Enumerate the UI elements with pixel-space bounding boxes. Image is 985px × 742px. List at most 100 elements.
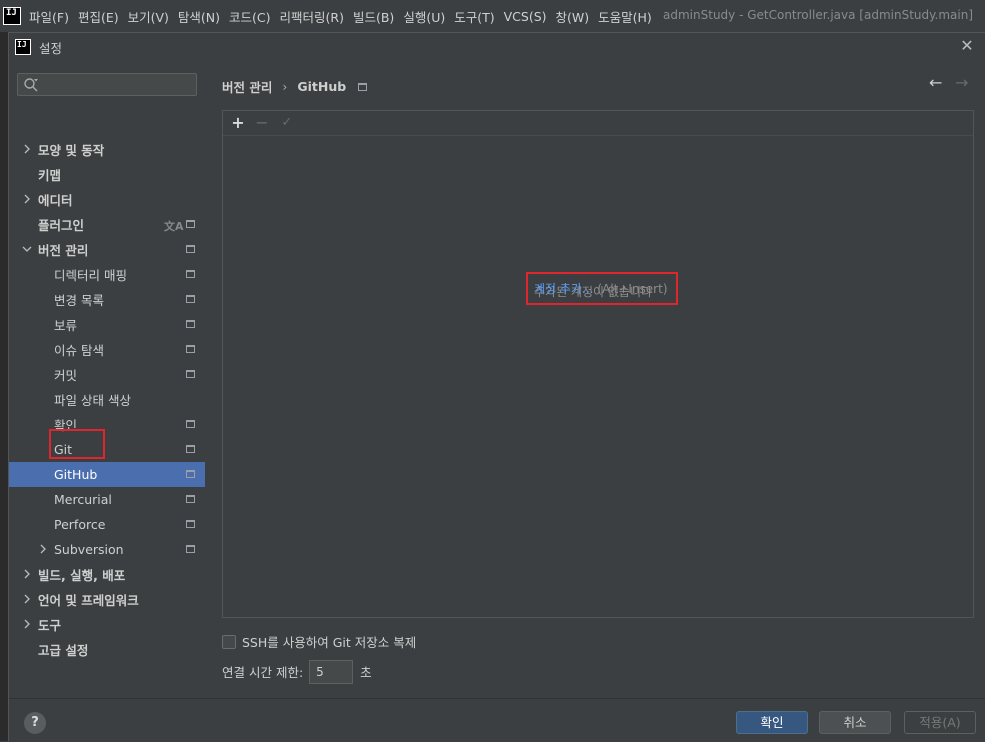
sidebar-item-label: Subversion — [54, 542, 124, 557]
settings-dialog: IJ 설정 ✕ 모양 및 동작 키맵 에디터 플러그인 文A 버전 관리 디렉터… — [8, 32, 985, 742]
chevron-down-icon[interactable] — [21, 243, 33, 255]
sidebar-item-appearance[interactable]: 모양 및 동작 — [9, 137, 205, 162]
intellij-logo-icon: IJ — [3, 7, 21, 25]
sidebar-item-label: 모양 및 동작 — [38, 143, 105, 158]
menu-tools[interactable]: 도구(T) — [454, 7, 494, 26]
sidebar-item-label: GitHub — [54, 467, 98, 482]
back-arrow-icon[interactable]: ← — [929, 75, 945, 91]
menu-file[interactable]: 파일(F) — [29, 7, 69, 26]
apply-button[interactable]: 적용(A) — [904, 711, 976, 734]
sidebar-item-tools[interactable]: 도구 — [9, 612, 205, 637]
sidebar-item-label: 커밋 — [54, 368, 78, 383]
add-account-highlight-box: 계정 추가... (Alt+Insert) — [526, 272, 678, 305]
project-scope-icon — [186, 320, 195, 328]
menu-view[interactable]: 보기(V) — [128, 7, 169, 26]
project-scope-icon — [186, 220, 195, 228]
ssh-clone-checkbox[interactable] — [222, 634, 236, 649]
add-account-link-text[interactable]: 계정 추가... — [534, 282, 593, 296]
ssh-clone-option[interactable]: SSH를 사용하여 Git 저장소 복제 — [222, 632, 416, 651]
help-button[interactable]: ? — [24, 712, 46, 734]
project-scope-icon — [358, 82, 368, 91]
sidebar-item-label: Perforce — [54, 517, 106, 532]
sidebar-item-label: Mercurial — [54, 492, 112, 507]
menu-run[interactable]: 실행(U) — [403, 7, 445, 26]
chevron-right-icon[interactable] — [21, 618, 33, 630]
project-scope-icon — [186, 520, 195, 528]
project-scope-icon — [186, 295, 195, 303]
sidebar-item-languages-frameworks[interactable]: 언어 및 프레임워크 — [9, 587, 205, 612]
add-account-shortcut-hint: (Alt+Insert) — [597, 282, 668, 296]
sidebar-item-issue-navigation[interactable]: 이슈 탐색 — [9, 337, 205, 362]
connection-timeout-unit: 초 — [360, 665, 372, 680]
sidebar-item-label: 변경 목록 — [54, 293, 104, 308]
sidebar-item-perforce[interactable]: Perforce — [9, 512, 205, 537]
close-icon[interactable]: ✕ — [958, 37, 976, 55]
sidebar-item-directory-mappings[interactable]: 디렉터리 매핑 — [9, 262, 205, 287]
menu-build[interactable]: 빌드(B) — [353, 7, 394, 26]
add-account-icon[interactable]: + — [229, 114, 247, 132]
add-account-link[interactable]: 계정 추가... (Alt+Insert) — [534, 280, 668, 297]
sidebar-item-label: 빌드, 실행, 배포 — [38, 568, 126, 583]
sidebar-item-advanced-settings[interactable]: 고급 설정 — [9, 637, 205, 662]
sidebar-item-changelists[interactable]: 변경 목록 — [9, 287, 205, 312]
sidebar-item-label: 보류 — [54, 318, 78, 333]
menu-code[interactable]: 코드(C) — [229, 7, 270, 26]
menu-vcs[interactable]: VCS(S) — [504, 9, 547, 24]
breadcrumb-parent[interactable]: 버전 관리 — [222, 77, 272, 96]
sidebar-item-subversion[interactable]: Subversion — [9, 537, 205, 562]
ssh-clone-label: SSH를 사용하여 Git 저장소 복제 — [242, 635, 417, 650]
chevron-right-icon[interactable] — [37, 543, 49, 555]
sidebar-item-mercurial[interactable]: Mercurial — [9, 487, 205, 512]
menu-refactor[interactable]: 리팩터링(R) — [280, 7, 344, 26]
forward-arrow-icon[interactable]: → — [955, 75, 971, 91]
sidebar-item-build-execution-deployment[interactable]: 빌드, 실행, 배포 — [9, 562, 205, 587]
github-highlight-box — [49, 429, 105, 459]
menu-window[interactable]: 창(W) — [556, 7, 590, 26]
sidebar-item-label: 디렉터리 매핑 — [54, 268, 127, 283]
dialog-titlebar: IJ 설정 ✕ — [9, 33, 985, 61]
sidebar-item-plugins[interactable]: 플러그인 文A — [9, 212, 205, 237]
chevron-right-icon[interactable] — [21, 143, 33, 155]
remove-account-icon[interactable]: − — [253, 114, 271, 132]
cancel-button[interactable]: 취소 — [819, 711, 891, 734]
project-scope-icon — [186, 370, 195, 378]
sidebar-item-file-status-colors[interactable]: 파일 상태 색상 — [9, 387, 205, 412]
menu-navigate[interactable]: 탐색(N) — [178, 7, 220, 26]
accounts-panel: + − ✓ 추가된 계정이 없습니다 계정 추가... (Alt+Insert) — [222, 110, 974, 618]
sidebar-item-confirmation[interactable]: 확인 — [9, 412, 205, 437]
project-scope-icon — [186, 470, 195, 478]
menu-help[interactable]: 도움말(H) — [598, 7, 652, 26]
chevron-right-icon[interactable] — [21, 193, 33, 205]
connection-timeout-label: 연결 시간 제한: — [222, 665, 304, 680]
sidebar-item-label: 언어 및 프레임워크 — [38, 593, 139, 608]
sidebar-item-git[interactable]: Git — [9, 437, 205, 462]
settings-content: 버전 관리 › GitHub ← → + − ✓ 추가된 계정이 없습니다 계정… — [205, 61, 985, 698]
sidebar-item-shelf[interactable]: 보류 — [9, 312, 205, 337]
sidebar-item-label: 에디터 — [38, 193, 73, 208]
chevron-right-icon[interactable] — [21, 568, 33, 580]
main-menubar: IJ 파일(F) 편집(E) 보기(V) 탐색(N) 코드(C) 리팩터링(R)… — [0, 0, 985, 32]
breadcrumb: 버전 관리 › GitHub — [222, 77, 368, 96]
project-scope-icon — [186, 495, 195, 503]
sidebar-item-keymap[interactable]: 키맵 — [9, 162, 205, 187]
project-scope-icon — [186, 345, 195, 353]
connection-timeout-input[interactable] — [309, 659, 354, 684]
project-scope-icon — [186, 245, 195, 253]
sidebar-item-github[interactable]: GitHub — [9, 462, 205, 487]
sidebar-item-editor[interactable]: 에디터 — [9, 187, 205, 212]
sidebar-item-version-control[interactable]: 버전 관리 — [9, 237, 205, 262]
project-scope-icon — [186, 545, 195, 553]
set-default-check-icon[interactable]: ✓ — [278, 114, 296, 132]
settings-search-box[interactable] — [17, 73, 197, 96]
chevron-right-icon[interactable] — [21, 593, 33, 605]
menu-edit[interactable]: 편집(E) — [78, 7, 119, 26]
settings-sidebar: 모양 및 동작 키맵 에디터 플러그인 文A 버전 관리 디렉터리 매핑 변경 … — [9, 61, 205, 698]
sidebar-item-commit[interactable]: 커밋 — [9, 362, 205, 387]
settings-search-input[interactable] — [44, 76, 192, 93]
project-scope-icon — [186, 270, 195, 278]
breadcrumb-separator-icon: › — [282, 79, 288, 94]
breadcrumb-current: GitHub — [297, 79, 347, 94]
project-scope-icon — [186, 445, 195, 453]
sidebar-item-label: 파일 상태 색상 — [54, 393, 131, 408]
ok-button[interactable]: 확인 — [736, 711, 808, 734]
